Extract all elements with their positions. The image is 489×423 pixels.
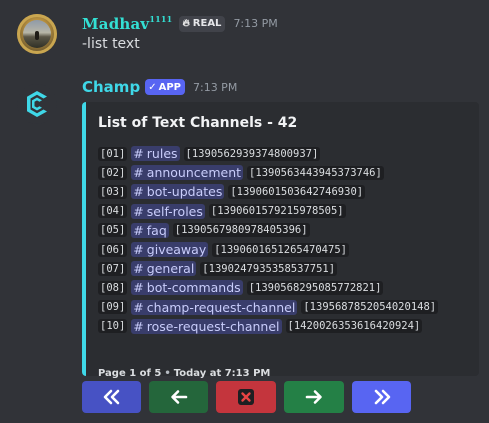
channel-index: [04] bbox=[98, 204, 128, 219]
hash-icon: # bbox=[133, 165, 144, 181]
channel-mention[interactable]: # faq bbox=[131, 222, 169, 238]
channel-name: rules bbox=[146, 146, 178, 162]
hash-icon: # bbox=[133, 146, 144, 162]
avatar-figure bbox=[35, 31, 39, 40]
channel-id: [1390567980978405396] bbox=[172, 223, 310, 238]
username-suffix: 1111 bbox=[149, 14, 173, 24]
channel-row: [09] # champ-request-channel [13956878520… bbox=[98, 298, 439, 317]
channel-index: [05] bbox=[98, 223, 128, 238]
bot-avatar[interactable] bbox=[17, 84, 57, 124]
footer-separator: • bbox=[164, 368, 171, 379]
hash-icon: # bbox=[133, 184, 144, 200]
first-page-button[interactable] bbox=[82, 381, 141, 413]
embed-title: List of Text Channels - 42 bbox=[98, 115, 298, 131]
channel-index: [01] bbox=[98, 146, 128, 161]
next-page-button[interactable] bbox=[284, 381, 344, 413]
role-badge-label: REAL bbox=[192, 18, 222, 29]
channel-id: [1390601503642746930] bbox=[228, 184, 366, 199]
channel-row: [03] # bot-updates [1390601503642746930] bbox=[98, 182, 438, 201]
role-badge[interactable]: 🔥︎ REAL bbox=[179, 15, 226, 32]
hash-icon: # bbox=[133, 299, 144, 315]
hash-icon: # bbox=[133, 203, 144, 219]
channel-mention[interactable]: # general bbox=[131, 261, 197, 277]
channel-mention[interactable]: # announcement bbox=[131, 165, 244, 181]
channel-row: [08] # bot-commands [1390568295085772821] bbox=[98, 278, 438, 297]
channel-mention[interactable]: # rules bbox=[131, 146, 180, 162]
channel-name: general bbox=[146, 261, 195, 277]
username-text: Madhav bbox=[82, 15, 150, 33]
channel-index: [10] bbox=[98, 319, 128, 334]
channel-row: [05] # faq [1390567980978405396] bbox=[98, 221, 438, 240]
arrow-left-icon bbox=[170, 390, 187, 404]
channel-id: [1390247935358537751] bbox=[200, 261, 338, 276]
channel-id: [1390601579215978505] bbox=[208, 204, 346, 219]
footer-page: Page 1 of 5 bbox=[98, 368, 162, 379]
user-author-line: Madhav1111 🔥︎ REAL 7:13 PM bbox=[82, 14, 278, 33]
channel-row: [07] # general [1390247935358537751] bbox=[98, 259, 438, 278]
hash-icon: # bbox=[133, 242, 144, 258]
user-message-timestamp: 7:13 PM bbox=[233, 17, 278, 30]
channel-index: [06] bbox=[98, 242, 128, 257]
footer-time: Today at 7:13 PM bbox=[173, 368, 271, 379]
channel-index: [03] bbox=[98, 184, 128, 199]
channel-name: self-roles bbox=[146, 203, 203, 219]
channel-mention[interactable]: # self-roles bbox=[131, 203, 205, 219]
channel-mention[interactable]: # giveaway bbox=[131, 242, 209, 258]
channel-row: [06] # giveaway [1390601651265470475] bbox=[98, 240, 438, 259]
user-message-text: -list text bbox=[82, 36, 140, 52]
app-badge-label: APP bbox=[158, 81, 181, 93]
app-badge: ✓ APP bbox=[145, 79, 185, 95]
stop-button[interactable] bbox=[216, 381, 276, 413]
channel-mention[interactable]: # bot-commands bbox=[131, 280, 243, 296]
channel-id: [1390563443945373746] bbox=[247, 165, 384, 180]
arrow-right-icon bbox=[305, 390, 322, 404]
channel-row: [01] # rules [1390562939374800937] bbox=[98, 144, 438, 163]
user-avatar[interactable] bbox=[17, 14, 57, 54]
embed-footer: Page 1 of 5 • Today at 7:13 PM bbox=[98, 368, 270, 379]
last-page-button[interactable] bbox=[352, 381, 411, 413]
check-icon: ✓ bbox=[148, 81, 157, 93]
channel-id: [1420026353616420924] bbox=[285, 319, 423, 334]
channel-mention[interactable]: # champ-request-channel bbox=[131, 299, 298, 315]
channel-name: giveaway bbox=[146, 242, 207, 258]
hash-icon: # bbox=[133, 280, 144, 296]
channel-mention[interactable]: # rose-request-channel bbox=[131, 318, 282, 334]
user-message: Madhav1111 🔥︎ REAL 7:13 PM -list text bbox=[0, 8, 489, 68]
hash-icon: # bbox=[133, 261, 144, 277]
pagination-buttons bbox=[82, 381, 411, 413]
channel-list: [01] # rules [1390562939374800937] [02] #… bbox=[98, 144, 439, 336]
channel-id: [1390562939374800937] bbox=[183, 146, 321, 161]
channel-mention[interactable]: # bot-updates bbox=[131, 184, 225, 200]
channel-name: faq bbox=[146, 222, 167, 238]
double-chevron-left-icon bbox=[103, 389, 119, 405]
channel-id: [1390601651265470475] bbox=[212, 242, 349, 257]
double-chevron-right-icon bbox=[374, 389, 390, 405]
channel-index: [02] bbox=[98, 165, 128, 180]
close-icon bbox=[238, 389, 254, 405]
channel-id: [1390568295085772821] bbox=[246, 280, 384, 295]
channel-index: [09] bbox=[98, 300, 128, 315]
channel-row: [04] # self-roles [1390601579215978505] bbox=[98, 202, 438, 221]
channel-id: [1395687852054020148] bbox=[301, 300, 439, 315]
channel-row: [02] # announcement [1390563443945373746] bbox=[98, 163, 438, 182]
channel-index: [08] bbox=[98, 280, 128, 295]
bot-name[interactable]: Champ bbox=[82, 78, 140, 96]
username[interactable]: Madhav1111 bbox=[82, 14, 172, 33]
channel-row: [10] # rose-request-channel [142002635361… bbox=[98, 317, 438, 336]
channel-name: bot-updates bbox=[146, 184, 223, 200]
channel-name: champ-request-channel bbox=[146, 299, 296, 315]
channel-name: announcement bbox=[146, 165, 242, 181]
bot-message-timestamp: 7:13 PM bbox=[192, 80, 238, 94]
flame-icon: 🔥︎ bbox=[182, 18, 190, 29]
channel-name: rose-request-channel bbox=[146, 318, 280, 334]
channel-list-embed: List of Text Channels - 42 [01] # rules [… bbox=[82, 102, 479, 379]
hash-icon: # bbox=[133, 318, 144, 334]
bot-author-line: Champ ✓ APP 7:13 PM bbox=[82, 78, 237, 96]
hash-icon: # bbox=[133, 222, 144, 238]
previous-page-button[interactable] bbox=[149, 381, 208, 413]
champ-logo-icon bbox=[27, 91, 47, 117]
channel-name: bot-commands bbox=[146, 280, 241, 296]
channel-index: [07] bbox=[98, 261, 128, 276]
